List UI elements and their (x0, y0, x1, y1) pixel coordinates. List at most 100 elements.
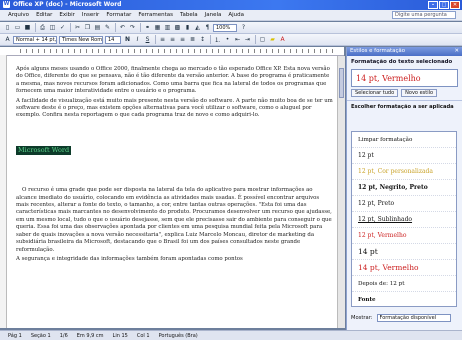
numbering-icon[interactable]: ⒈ (213, 35, 222, 44)
show-select[interactable]: Formatação disponível (376, 314, 451, 322)
menu-tabela[interactable]: Tabela (180, 12, 198, 18)
menu-inserir[interactable]: Inserir (82, 12, 99, 18)
title-bar: W Office XP (doc) - Microsoft Word – □ ✕ (0, 0, 462, 10)
format-list-item[interactable]: Fonte (352, 292, 456, 306)
status-column: Col 1 (136, 332, 150, 339)
format-list-item[interactable]: Depois de: 12 pt (352, 276, 456, 292)
paragraph: A segurança e integridade das informaçõe… (16, 255, 243, 262)
vertical-scrollbar[interactable] (337, 56, 345, 328)
menu-editar[interactable]: Editar (36, 12, 52, 18)
selected-format-box[interactable]: 14 pt, Vermelho (351, 68, 458, 87)
formatting-toolbar: A Normal + 14 pt, Ver Times New Roman 14… (0, 34, 462, 46)
font-color-icon[interactable]: A (278, 35, 287, 44)
format-list: Limpar formatação 12 pt 12 pt, Cor persona… (351, 131, 457, 307)
status-position: Em 9,9 cm (76, 332, 104, 339)
format-list-item[interactable]: Limpar formatação (352, 132, 456, 148)
cut-icon[interactable]: ✂ (73, 23, 82, 32)
toolbar-separator (155, 35, 156, 44)
format-list-item[interactable]: 12 pt, Sublinhado (352, 212, 456, 228)
selected-format-heading: Formatação do texto selecionado (351, 59, 453, 65)
format-list-item[interactable]: 14 pt, Vermelho (352, 260, 456, 276)
document-page[interactable]: Após alguns meses usando o Office 2000, … (7, 56, 337, 328)
paragraph: Após alguns meses usando o Office 2000, … (16, 66, 330, 95)
italic-icon[interactable]: I (133, 35, 142, 44)
borders-icon[interactable]: ▢ (258, 35, 267, 44)
justify-icon[interactable]: ≣ (188, 35, 197, 44)
align-right-icon[interactable]: ≡ (178, 35, 187, 44)
style-select[interactable]: Normal + 14 pt, Ver (13, 35, 57, 44)
close-pane-icon[interactable]: ✕ (454, 47, 459, 56)
menu-formatar[interactable]: Formatar (106, 12, 131, 18)
show-label: Mostrar: (351, 315, 373, 321)
format-list-item[interactable]: 12 pt (352, 148, 456, 164)
menu-arquivo[interactable]: Arquivo (8, 12, 29, 18)
spelling-icon[interactable]: ✓ (58, 23, 67, 32)
status-bar: Pág 1 Seção 1 1/6 Em 9,9 cm Lin 15 Col 1… (0, 330, 462, 340)
task-pane-title: Estilos e formatação (350, 48, 406, 54)
format-list-item[interactable]: 12 pt, Vermelho (352, 228, 456, 244)
hyperlink-icon[interactable]: ⚭ (143, 23, 152, 32)
drawing-icon[interactable]: ◭ (193, 23, 202, 32)
insert-table-icon[interactable]: ▥ (163, 23, 172, 32)
align-left-icon[interactable]: ≡ (158, 35, 167, 44)
toolbar-separator (140, 23, 141, 32)
new-document-icon[interactable]: ▯ (3, 23, 12, 32)
document-body[interactable]: Após alguns meses usando o Office 2000, … (16, 66, 333, 265)
undo-icon[interactable]: ↶ (118, 23, 127, 32)
format-list-item[interactable]: 12 pt, Negrito, Preto (352, 180, 456, 196)
font-size-select[interactable]: 14 (105, 35, 121, 44)
status-section: Seção 1 (30, 332, 51, 339)
minimize-button[interactable]: – (428, 1, 438, 9)
underline-icon[interactable]: S (143, 35, 152, 44)
help-question-input[interactable]: Digite uma pergunta (392, 11, 456, 19)
window-title: Office XP (doc) - Microsoft Word (13, 1, 122, 8)
close-button[interactable]: ✕ (450, 1, 460, 9)
redo-icon[interactable]: ↷ (128, 23, 137, 32)
styles-pane-icon[interactable]: A (3, 35, 12, 44)
status-line: Lin 15 (112, 332, 128, 339)
format-list-item[interactable]: 12 pt, Preto (352, 196, 456, 212)
horizontal-ruler[interactable] (0, 47, 344, 56)
align-center-icon[interactable]: ≡ (168, 35, 177, 44)
line-spacing-icon[interactable]: ↕ (198, 35, 207, 44)
menu-ferramentas[interactable]: Ferramentas (138, 12, 173, 18)
paragraph: A facilidade de visualização está muito … (16, 97, 333, 119)
toolbar-separator (70, 23, 71, 32)
toolbar-separator (35, 23, 36, 32)
format-list-item[interactable]: 12 pt, Cor personalizada (352, 164, 456, 180)
apply-format-heading: Escolher formatação a ser aplicada (347, 99, 462, 114)
font-select[interactable]: Times New Roman (59, 35, 103, 44)
decrease-indent-icon[interactable]: ⇤ (233, 35, 242, 44)
status-page: Pág 1 (8, 332, 22, 339)
open-folder-icon[interactable]: ▭ (13, 23, 22, 32)
scroll-thumb[interactable] (339, 68, 344, 98)
tables-borders-icon[interactable]: ▦ (153, 23, 162, 32)
vertical-ruler[interactable] (0, 55, 7, 328)
menu-ajuda[interactable]: Ajuda (228, 12, 244, 18)
help-icon[interactable]: ? (239, 23, 248, 32)
copy-icon[interactable]: ❐ (83, 23, 92, 32)
bold-icon[interactable]: N (123, 35, 132, 44)
format-painter-icon[interactable]: ✎ (103, 23, 112, 32)
save-icon[interactable]: ■ (23, 23, 32, 32)
increase-indent-icon[interactable]: ⇥ (243, 35, 252, 44)
paragraph: O recurso é uma grade que pode ser dispo… (16, 187, 332, 253)
print-icon[interactable]: ⎙ (38, 23, 47, 32)
show-hide-icon[interactable]: ¶ (203, 23, 212, 32)
paste-icon[interactable]: ▤ (93, 23, 102, 32)
columns-icon[interactable]: ▮ (183, 23, 192, 32)
menu-janela[interactable]: Janela (205, 12, 222, 18)
toolbar-separator (210, 35, 211, 44)
print-preview-icon[interactable]: ◫ (48, 23, 57, 32)
maximize-button[interactable]: □ (439, 1, 449, 9)
insert-excel-icon[interactable]: ▩ (173, 23, 182, 32)
select-all-button[interactable]: Selecionar tudo (351, 88, 399, 97)
highlight-icon[interactable]: ▰ (268, 35, 277, 44)
zoom-select[interactable]: 100% (213, 23, 237, 32)
task-pane-title-bar: Estilos e formatação ✕ (347, 47, 462, 56)
format-list-item[interactable]: 14 pt (352, 244, 456, 260)
bullets-icon[interactable]: • (223, 35, 232, 44)
new-style-button[interactable]: Novo estilo (401, 88, 438, 97)
toolbar-separator (115, 23, 116, 32)
menu-exibir[interactable]: Exibir (59, 12, 75, 18)
